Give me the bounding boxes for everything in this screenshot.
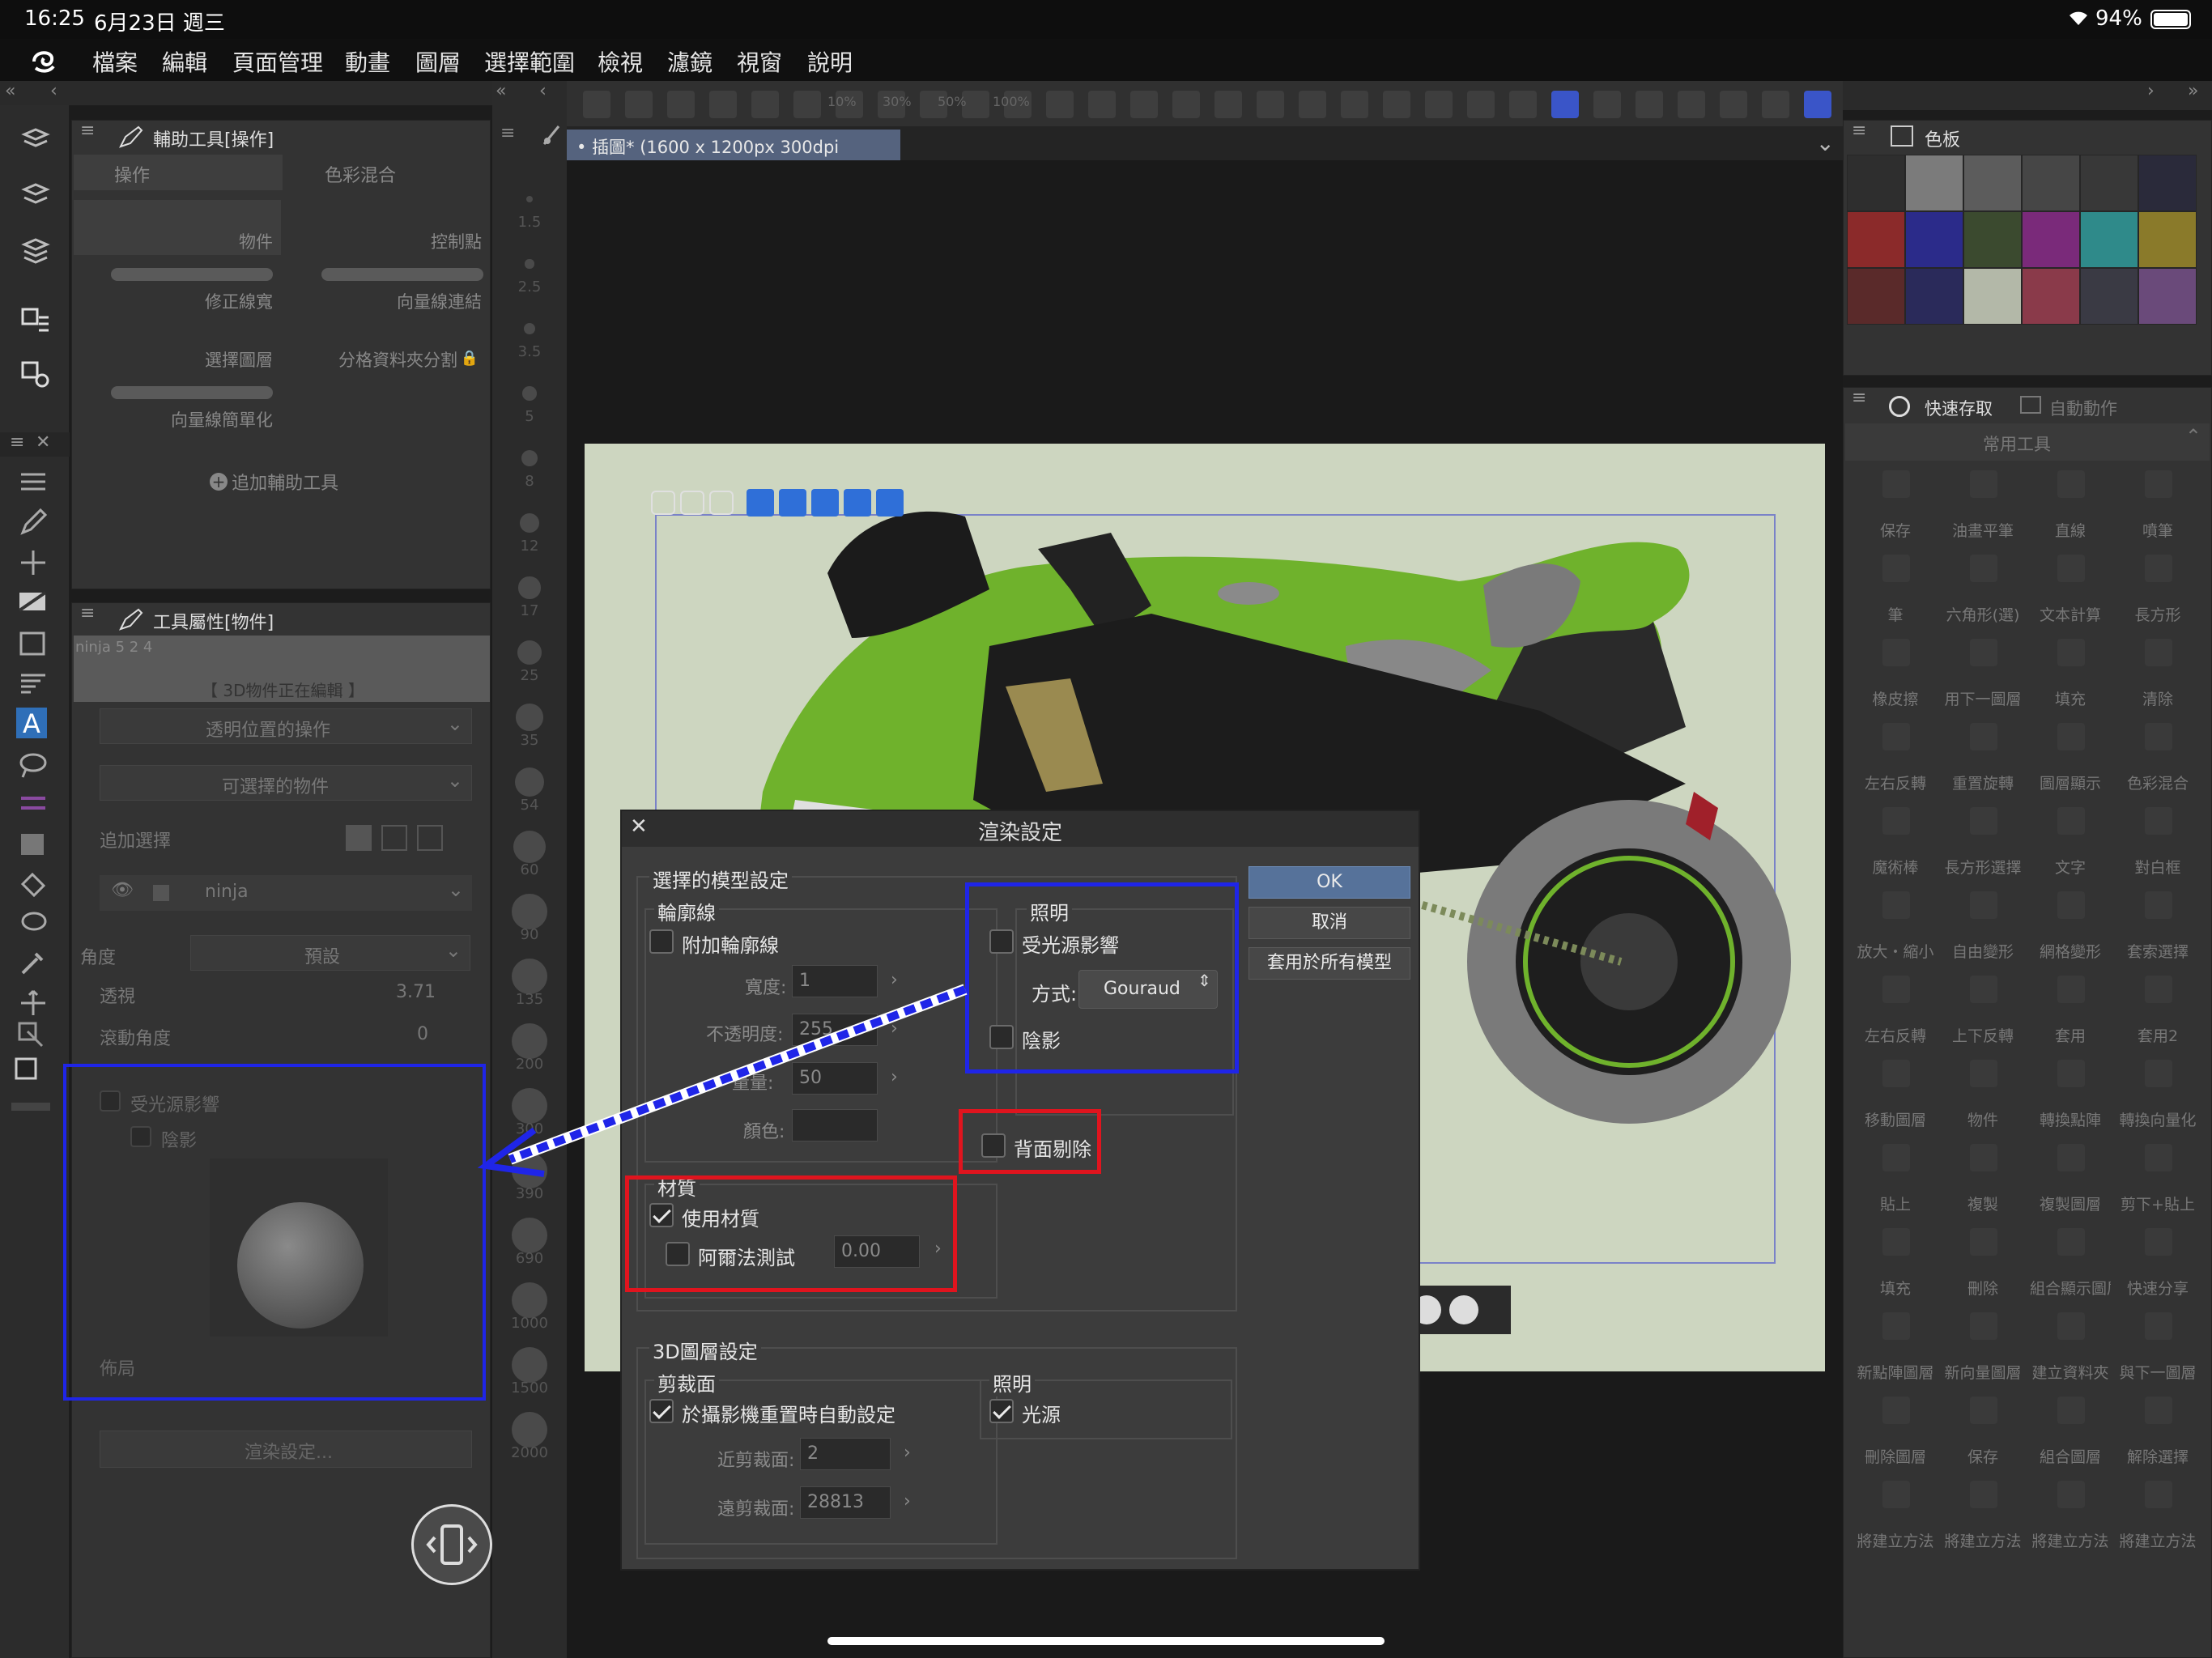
callout-arrow bbox=[477, 984, 968, 1177]
home-indicator bbox=[827, 1637, 1385, 1645]
